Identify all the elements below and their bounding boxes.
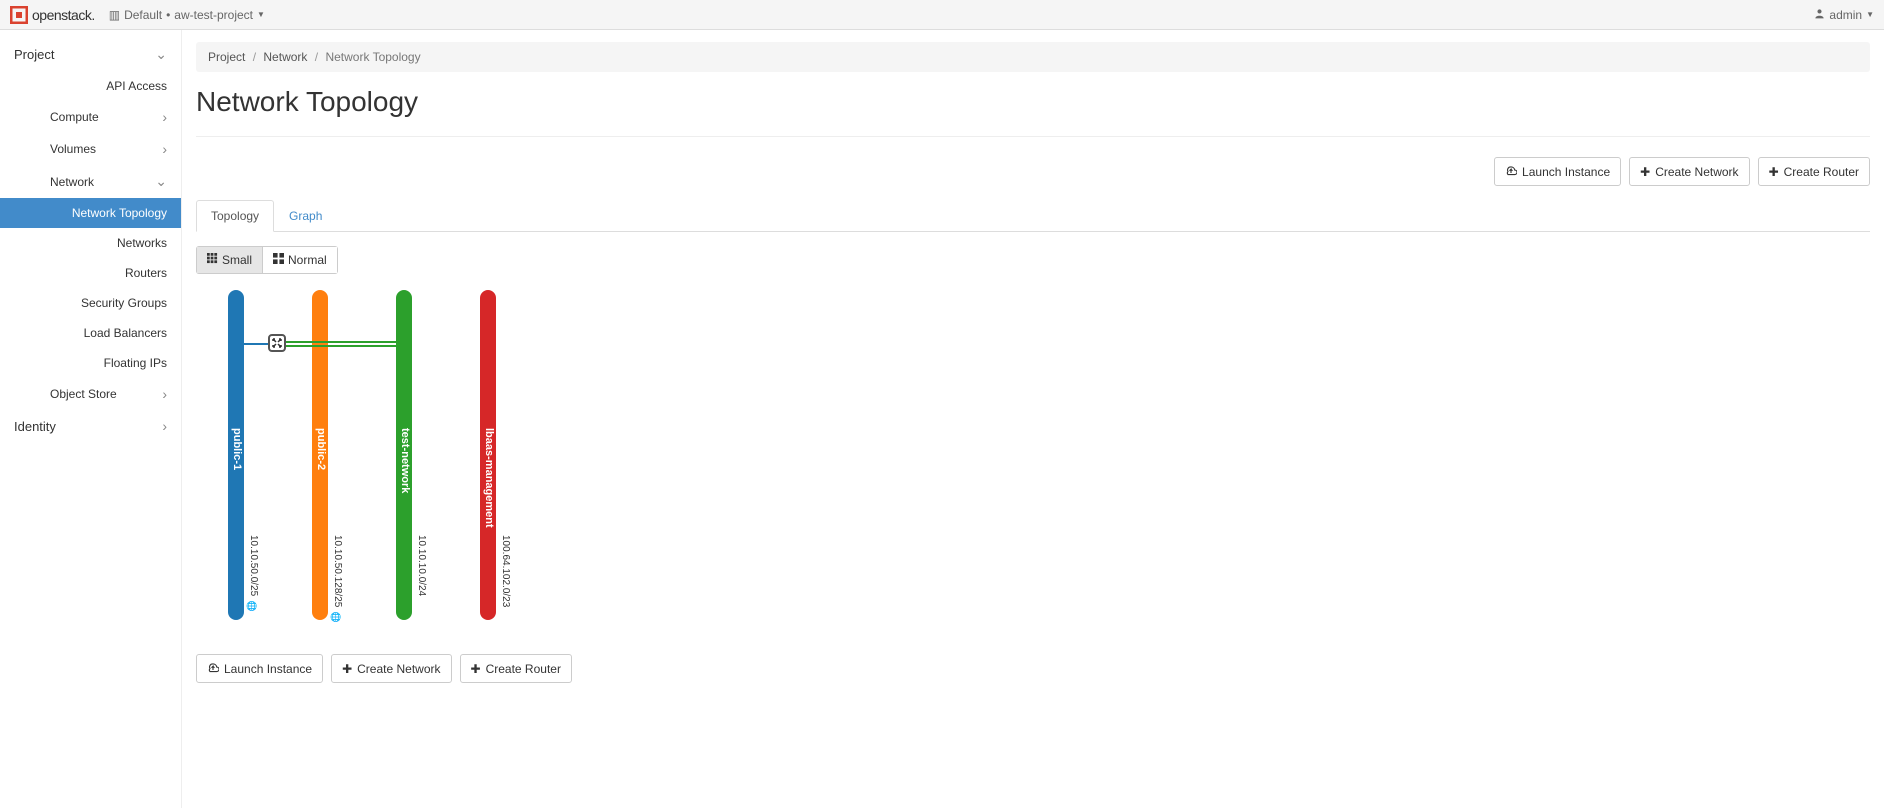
window-icon: ▥ [109, 8, 120, 22]
network-label: public-1 [231, 428, 243, 470]
openstack-icon [10, 6, 28, 24]
network-cidr: 10.10.10.0/24 [416, 535, 427, 596]
bottom-actions: Launch Instance ✚ Create Network ✚ Creat… [196, 654, 1870, 683]
router-link [236, 343, 268, 345]
project-switcher[interactable]: ▥ Default • aw-test-project ▼ [109, 8, 265, 22]
globe-icon: 🌐 [332, 611, 342, 622]
launch-instance-button-bottom[interactable]: Launch Instance [196, 654, 323, 683]
network-label: public-2 [315, 428, 327, 470]
sidebar-item-compute[interactable]: Compute › [0, 101, 181, 133]
chevron-right-icon: › [162, 109, 167, 125]
size-toggle: Small Normal [196, 246, 338, 274]
sidebar-item-load-balancers[interactable]: Load Balancers [0, 318, 181, 348]
breadcrumb-network[interactable]: Network [263, 50, 307, 64]
sidebar-item-security-groups[interactable]: Security Groups [0, 288, 181, 318]
chevron-down-icon: ⌄ [155, 46, 167, 63]
tabs: Topology Graph [196, 200, 1870, 232]
router-link [286, 345, 404, 347]
user-icon [1814, 8, 1825, 22]
network-label: lbaas-management [483, 428, 495, 528]
grid-small-icon [207, 253, 218, 267]
network-cidr: 10.10.50.0/25🌐 [248, 535, 259, 611]
topology-diagram: public-1 10.10.50.0/25🌐 public-2 10.10.50.1… [226, 290, 1870, 630]
plus-icon: ✚ [1769, 165, 1779, 179]
sidebar-item-object-store[interactable]: Object Store › [0, 378, 181, 410]
sidebar-item-project[interactable]: Project ⌄ [0, 38, 181, 71]
network-cidr: 10.10.50.128/25🌐 [332, 535, 343, 622]
network-lbaas-management[interactable]: lbaas-management 100.64.102.0/23 [478, 290, 558, 630]
sidebar-item-network-topology[interactable]: Network Topology [0, 198, 181, 228]
network-test-network[interactable]: test-network 10.10.10.0/24 [394, 290, 474, 630]
plus-icon: ✚ [471, 662, 481, 676]
size-small-button[interactable]: Small [196, 246, 263, 274]
create-network-button-bottom[interactable]: ✚ Create Network [331, 654, 451, 683]
chevron-down-icon: ⌄ [155, 173, 167, 190]
breadcrumb-project[interactable]: Project [208, 50, 245, 64]
sidebar-item-routers[interactable]: Routers [0, 258, 181, 288]
topbar: openstack. ▥ Default • aw-test-project ▼… [0, 0, 1884, 30]
domain-label: Default [124, 8, 162, 22]
caret-down-icon: ▼ [1866, 10, 1874, 19]
main-content: Project / Network / Network Topology Net… [182, 30, 1884, 808]
cloud-upload-icon [1505, 164, 1517, 179]
sidebar-item-volumes[interactable]: Volumes › [0, 133, 181, 165]
caret-down-icon: ▼ [257, 10, 265, 19]
sidebar-item-api-access[interactable]: API Access [0, 71, 181, 101]
network-cidr: 100.64.102.0/23 [500, 535, 511, 607]
user-label: admin [1829, 8, 1862, 22]
logo[interactable]: openstack. [10, 6, 95, 24]
sidebar-item-floating-ips[interactable]: Floating IPs [0, 348, 181, 378]
plus-icon: ✚ [342, 662, 352, 676]
cloud-upload-icon [207, 661, 219, 676]
network-label: test-network [399, 428, 411, 493]
chevron-right-icon: › [162, 418, 167, 434]
page-title: Network Topology [196, 86, 1870, 118]
tab-graph[interactable]: Graph [274, 200, 337, 231]
chevron-right-icon: › [162, 141, 167, 157]
sidebar-item-network[interactable]: Network ⌄ [0, 165, 181, 198]
plus-icon: ✚ [1640, 165, 1650, 179]
create-router-button-bottom[interactable]: ✚ Create Router [460, 654, 572, 683]
router-node[interactable] [268, 334, 286, 352]
create-router-button[interactable]: ✚ Create Router [1758, 157, 1870, 186]
top-actions: Launch Instance ✚ Create Network ✚ Creat… [196, 157, 1870, 186]
user-menu[interactable]: admin ▼ [1814, 8, 1874, 22]
chevron-right-icon: › [162, 386, 167, 402]
sidebar-item-identity[interactable]: Identity › [0, 410, 181, 442]
brand-text: openstack. [32, 7, 95, 23]
tab-topology[interactable]: Topology [196, 200, 274, 232]
globe-icon: 🌐 [248, 600, 258, 611]
sidebar-item-networks[interactable]: Networks [0, 228, 181, 258]
launch-instance-button[interactable]: Launch Instance [1494, 157, 1621, 186]
sidebar: Project ⌄ API Access Compute › Volumes ›… [0, 30, 182, 808]
breadcrumb: Project / Network / Network Topology [196, 42, 1870, 72]
divider [196, 136, 1870, 137]
create-network-button[interactable]: ✚ Create Network [1629, 157, 1749, 186]
project-label: aw-test-project [174, 8, 253, 22]
router-icon [271, 337, 283, 349]
grid-large-icon [273, 253, 284, 267]
size-normal-button[interactable]: Normal [263, 246, 338, 274]
breadcrumb-current: Network Topology [325, 50, 420, 64]
